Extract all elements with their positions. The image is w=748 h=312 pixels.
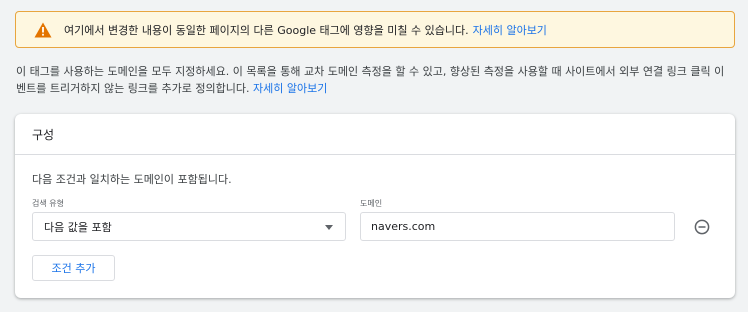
config-intro: 다음 조건과 일치하는 도메인이 포함됩니다. — [32, 173, 232, 186]
warning-learn-more-link[interactable]: 자세히 알아보기 — [473, 22, 547, 38]
domain-label: 도메인 — [360, 199, 383, 208]
add-condition-button[interactable]: 조건 추가 — [32, 255, 115, 281]
description-text: 이 태그를 사용하는 도메인을 모두 지정하세요. 이 목록을 통해 교차 도메… — [16, 65, 725, 95]
remove-condition-icon[interactable] — [694, 219, 710, 235]
match-type-label: 검색 유형 — [32, 199, 64, 208]
match-type-select[interactable]: 다음 값을 포함 — [32, 212, 346, 241]
description: 이 태그를 사용하는 도메인을 모두 지정하세요. 이 목록을 통해 교차 도메… — [16, 63, 734, 97]
warning-icon — [34, 22, 52, 38]
description-learn-more-link[interactable]: 자세히 알아보기 — [253, 82, 327, 95]
domain-input[interactable]: navers.com — [360, 212, 675, 241]
config-card-title: 구성 — [15, 114, 735, 155]
match-type-value: 다음 값을 포함 — [44, 220, 112, 234]
config-card: 구성 다음 조건과 일치하는 도메인이 포함됩니다. 검색 유형 도메인 다음 … — [15, 114, 735, 298]
warning-text: 여기에서 변경한 내용이 동일한 페이지의 다른 Google 태그에 영향을 … — [64, 23, 469, 37]
dropdown-arrow-icon — [325, 225, 333, 230]
domain-input-value: navers.com — [371, 220, 436, 233]
warning-banner: 여기에서 변경한 내용이 동일한 페이지의 다른 Google 태그에 영향을 … — [15, 11, 735, 48]
